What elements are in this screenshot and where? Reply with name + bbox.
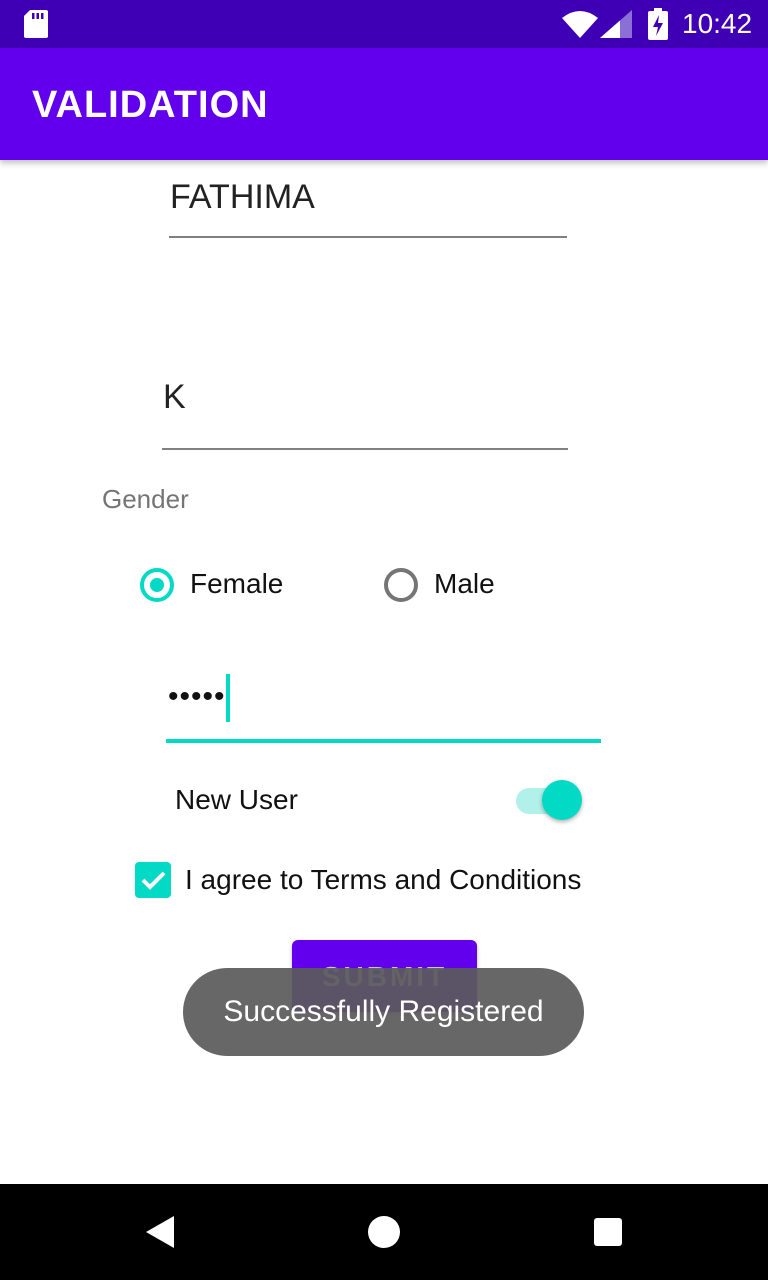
first-name-field[interactable]: FATHIMA [170, 178, 315, 217]
text-cursor [226, 674, 230, 722]
app-title: VALIDATION [32, 84, 269, 126]
home-icon[interactable] [368, 1216, 400, 1248]
first-name-underline [169, 236, 567, 238]
gender-label: Gender [102, 484, 189, 514]
terms-checkbox[interactable] [135, 862, 171, 898]
male-radio[interactable] [384, 568, 418, 602]
wifi-icon [562, 10, 598, 43]
navigation-bar [0, 1184, 768, 1280]
password-underline [166, 739, 601, 743]
last-name-field[interactable]: K [163, 378, 186, 417]
battery-charging-icon [648, 8, 668, 45]
recents-icon[interactable] [594, 1218, 622, 1246]
app-bar: VALIDATION [0, 48, 768, 160]
last-name-underline [162, 448, 568, 450]
clock: 10:42 [682, 8, 753, 39]
sd-card-icon [24, 10, 48, 43]
toast-message: Successfully Registered [183, 968, 584, 1056]
male-radio-label[interactable]: Male [434, 568, 495, 600]
status-bar: 10:42 [0, 0, 768, 48]
check-icon [141, 871, 166, 890]
female-radio[interactable] [140, 568, 174, 602]
female-radio-label[interactable]: Female [190, 568, 283, 600]
password-field[interactable]: ••••• [168, 680, 226, 714]
new-user-label: New User [175, 784, 298, 815]
signal-icon [600, 10, 632, 43]
back-icon[interactable] [144, 1214, 176, 1255]
terms-label[interactable]: I agree to Terms and Conditions [185, 864, 581, 896]
new-user-switch[interactable] [542, 780, 582, 820]
